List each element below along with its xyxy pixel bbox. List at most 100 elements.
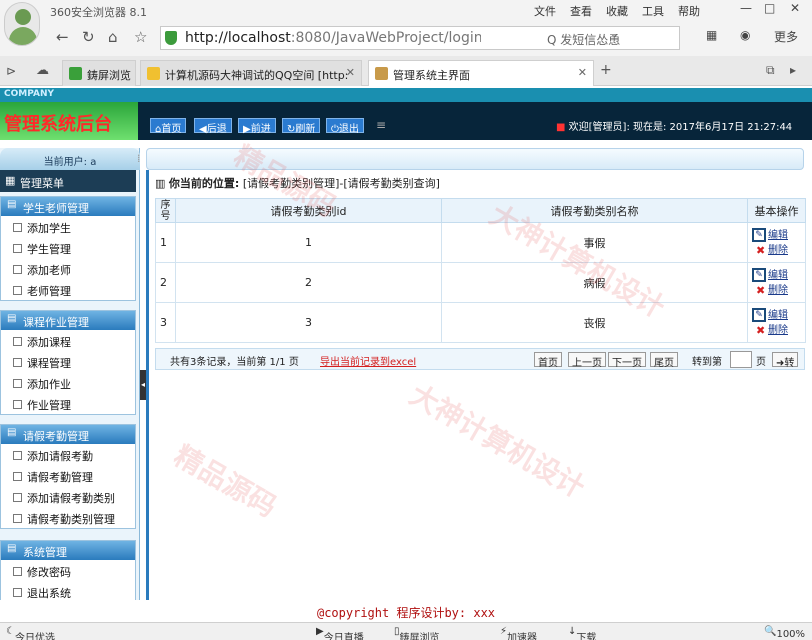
delete-link[interactable]: ✖ 删除: [752, 243, 805, 258]
search-hint[interactable]: Q 发短信怂恿: [547, 31, 620, 48]
content-frame: ▥ 你当前的位置: [请假考勤类别管理]-[请假考勤类别查询] 序号 请假考勤类…: [146, 170, 810, 600]
tab-main-interface[interactable]: 管理系统主界面 ✕: [368, 60, 594, 86]
new-tab-icon[interactable]: +: [600, 62, 612, 78]
statusbar-live[interactable]: ▶ 今日直播: [316, 626, 364, 640]
menu-lines-icon[interactable]: ≡: [376, 118, 386, 132]
zoom-level[interactable]: 🔍 100%: [764, 626, 805, 640]
next-page-button[interactable]: 下一页: [608, 352, 646, 369]
menu-tools[interactable]: 工具: [642, 3, 664, 19]
column-header-no: 序号: [155, 198, 176, 223]
group-header[interactable]: 课程作业管理: [1, 311, 135, 330]
export-excel-link[interactable]: 导出当前记录到excel: [320, 353, 416, 368]
statusbar-today-picks[interactable]: ☾ 今日优选: [6, 626, 55, 640]
url-text[interactable]: http://localhost:8080/JavaWebProject/log…: [185, 30, 481, 46]
leave-type-table: 序号 请假考勤类别id 请假考勤类别名称 基本操作 1 1 事假 ✎ 编辑 ✖ 删除…: [155, 198, 806, 343]
tab-close-icon[interactable]: ✕: [578, 66, 587, 79]
favorite-star-icon[interactable]: ☆: [134, 28, 147, 46]
sidebar-item-add-leave-type[interactable]: 添加请假考勤类别: [1, 486, 135, 507]
extension-icon[interactable]: ◉: [740, 28, 750, 42]
sidebar-item-student-manage[interactable]: 学生管理: [1, 237, 135, 258]
cell-actions: ✎ 编辑 ✖ 删除: [747, 302, 806, 343]
address-bar[interactable]: http://localhost:8080/JavaWebProject/log…: [160, 26, 680, 50]
edit-icon: ✎: [752, 267, 766, 282]
avatar[interactable]: [4, 2, 40, 46]
tab-qq-space[interactable]: 计算机源码大神调试的QQ空间 [http: ✕: [140, 60, 362, 86]
table-row: 1 1 事假 ✎ 编辑 ✖ 删除: [155, 222, 806, 263]
edit-link[interactable]: ✎ 编辑: [752, 227, 805, 243]
sidebar-item-leave-type-manage[interactable]: 请假考勤类别管理: [1, 507, 135, 528]
sidebar-item-add-student[interactable]: 添加学生: [1, 216, 135, 237]
grid-icon[interactable]: ▦: [706, 28, 717, 42]
tab-close-icon[interactable]: ✕: [346, 66, 355, 79]
cell-id: 2: [175, 262, 442, 303]
cell-no: 3: [155, 302, 176, 343]
goto-button[interactable]: ➜转: [772, 352, 799, 369]
home-button[interactable]: ⌂首页: [150, 118, 187, 135]
cloud-icon[interactable]: ☁: [36, 63, 49, 78]
back-icon[interactable]: ←: [56, 28, 69, 46]
home-icon[interactable]: ⌂: [108, 28, 118, 46]
sidebar-item-course-manage[interactable]: 课程管理: [1, 351, 135, 372]
column-header-actions: 基本操作: [747, 198, 806, 223]
cell-actions: ✎ 编辑 ✖ 删除: [747, 262, 806, 303]
menu-file[interactable]: 文件: [534, 3, 556, 19]
app-header: COMPANY 管理系统后台 ⌂首页 ◀后退 ▶前进 ↻刷新 ⏻退出 ≡ ■ 欢…: [0, 88, 812, 140]
forward-button[interactable]: ▶前进: [238, 118, 276, 135]
cell-name: 事假: [441, 222, 748, 263]
goto-label: 转到第: [692, 357, 722, 368]
menu-view[interactable]: 查看: [570, 3, 592, 19]
back-button[interactable]: ◀后退: [194, 118, 232, 135]
edit-link[interactable]: ✎ 编辑: [752, 267, 805, 283]
group-header[interactable]: 学生老师管理: [1, 197, 135, 216]
tab-split-browse[interactable]: 鋳屏浏览: [62, 60, 136, 86]
sidebar-item-add-course[interactable]: 添加课程: [1, 330, 135, 351]
address-row: ← ↻ ⌂ ☆ http://localhost:8080/JavaWebPro…: [0, 20, 812, 56]
header-nav-bar: ⌂首页 ◀后退 ▶前进 ↻刷新 ⏻退出 ≡ ■ 欢迎[管理员]: 现在是: 20…: [138, 102, 812, 140]
goto-page-input[interactable]: [730, 351, 752, 368]
edit-link[interactable]: ✎ 编辑: [752, 307, 805, 323]
browser-app-title: 360安全浏览器 8.1: [50, 6, 147, 19]
cell-name: 丧假: [441, 302, 748, 343]
group-header[interactable]: 请假考勤管理: [1, 425, 135, 444]
sidebar-item-add-homework[interactable]: 添加作业: [1, 372, 135, 393]
delete-link[interactable]: ✖ 删除: [752, 283, 805, 298]
cell-id: 1: [175, 222, 442, 263]
page-title: 管理系统后台: [4, 114, 112, 135]
refresh-icon[interactable]: ↻: [82, 28, 95, 46]
statusbar-accelerator[interactable]: ⚡ 加速器: [500, 626, 537, 640]
close-icon[interactable]: ✕: [790, 1, 800, 15]
sidebar: 当前用户: a ▦管理菜单 学生老师管理 添加学生 学生管理 添加老师 老师管理…: [0, 148, 140, 603]
minimize-icon[interactable]: —: [740, 1, 752, 15]
copyright-footer: @copyright 程序设计by: xxx: [0, 600, 812, 622]
statusbar-split-browse[interactable]: ▯ 鋳屏浏览: [394, 626, 440, 640]
sidebar-item-exit-system[interactable]: 退出系统: [1, 581, 135, 602]
delete-icon: ✖: [756, 243, 766, 257]
restore-tabs-icon[interactable]: ⧉: [766, 63, 775, 78]
group-header[interactable]: 系统管理: [1, 541, 135, 560]
last-page-button[interactable]: 尾页: [650, 352, 678, 369]
menu-help[interactable]: 帮助: [678, 3, 700, 19]
tab-list-icon[interactable]: ▸: [790, 63, 796, 77]
statusbar-download[interactable]: ↓ 下载: [568, 626, 596, 640]
refresh-button[interactable]: ↻刷新: [282, 118, 321, 135]
delete-link[interactable]: ✖ 删除: [752, 323, 805, 338]
delete-icon: ✖: [756, 283, 766, 297]
pager-info: 共有3条记录，当前第 1/1 页: [170, 357, 299, 368]
logout-button[interactable]: ⏻退出: [326, 118, 364, 135]
sidebar-item-homework-manage[interactable]: 作业管理: [1, 393, 135, 414]
sidebar-item-leave-manage[interactable]: 请假考勤管理: [1, 465, 135, 486]
grip-icon: ⁞: [137, 152, 141, 165]
page-unit-label: 页: [756, 357, 766, 368]
first-page-button[interactable]: 首页: [534, 352, 562, 369]
menu-favorites[interactable]: 收藏: [606, 3, 628, 19]
more-button[interactable]: 更多: [774, 28, 798, 45]
prev-page-button[interactable]: 上一页: [568, 352, 606, 369]
sidebar-item-teacher-manage[interactable]: 老师管理: [1, 279, 135, 300]
sidebar-item-change-password[interactable]: 修改密码: [1, 560, 135, 581]
pagination-bar: 共有3条记录，当前第 1/1 页 导出当前记录到excel 首页 上一页 下一页…: [155, 348, 805, 370]
sidebar-item-add-leave[interactable]: 添加请假考勤: [1, 444, 135, 465]
sidebar-toggle-icon[interactable]: ⊳: [6, 64, 16, 78]
maximize-icon[interactable]: □: [764, 1, 775, 15]
edit-icon: ✎: [752, 227, 766, 242]
sidebar-item-add-teacher[interactable]: 添加老师: [1, 258, 135, 279]
